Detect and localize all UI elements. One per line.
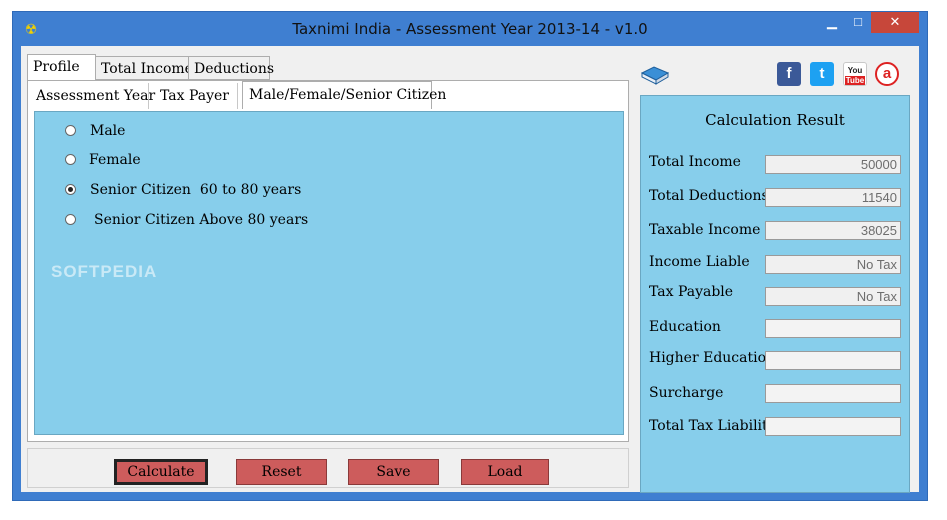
radio-senior-above-80[interactable] xyxy=(65,214,76,225)
subtab-gender-category[interactable]: Male/Female/Senior Citizen xyxy=(242,81,446,109)
option-male-label: Male xyxy=(90,123,126,139)
save-button[interactable]: Save xyxy=(348,459,439,485)
tab-total-income[interactable]: Total Income xyxy=(95,56,193,80)
option-senior-60-80-label: Senior Citizen 60 to 80 years xyxy=(90,182,302,198)
tab-profile[interactable]: Profile xyxy=(27,54,96,80)
result-total-deductions: 11540 xyxy=(765,188,901,207)
result-label-tax-payable: Tax Payable xyxy=(649,284,734,300)
result-tax-payable: No Tax xyxy=(765,287,901,306)
calculation-result-panel: Calculation Result Total Income 50000 To… xyxy=(640,95,910,493)
maximize-button[interactable]: □ xyxy=(845,12,871,33)
category-options: SOFTPEDIA Male Female Senior Citizen 60 … xyxy=(34,111,624,435)
result-label-total-deductions: Total Deductions xyxy=(649,188,769,204)
calculate-button[interactable]: Calculate xyxy=(114,459,208,485)
close-icon: ✕ xyxy=(889,14,901,29)
maximize-icon: □ xyxy=(854,14,862,29)
youtube-icon-bottom: Tube xyxy=(845,76,865,85)
profile-panel: Assessment Year Tax Payer Male/Female/Se… xyxy=(27,80,629,442)
result-education xyxy=(765,319,901,338)
result-income-liable: No Tax xyxy=(765,255,901,274)
calculation-result-title: Calculation Result xyxy=(705,111,845,129)
radio-female[interactable] xyxy=(65,154,76,165)
result-taxable-income: 38025 xyxy=(765,221,901,240)
watermark: SOFTPEDIA xyxy=(51,262,158,281)
result-label-income-liable: Income Liable xyxy=(649,254,750,270)
tab-deductions[interactable]: Deductions xyxy=(188,56,274,80)
facebook-icon[interactable]: f xyxy=(777,62,801,86)
action-bar: Calculate Reset Save Load xyxy=(27,448,629,488)
result-surcharge xyxy=(765,384,901,403)
result-label-surcharge: Surcharge xyxy=(649,385,724,401)
option-senior-above-80-label: Senior Citizen Above 80 years xyxy=(94,212,309,228)
title-bar[interactable]: ☢ Taxnimi India - Assessment Year 2013-1… xyxy=(13,12,927,46)
subtab-assessment-year[interactable]: Assessment Year xyxy=(30,83,155,109)
result-higher-education xyxy=(765,351,901,370)
radio-senior-60-80[interactable] xyxy=(65,184,76,195)
reset-button[interactable]: Reset xyxy=(236,459,327,485)
client-area: Profile Total Income Deductions Assessme… xyxy=(21,46,919,493)
app-logo-icon[interactable]: a xyxy=(875,62,899,86)
result-label-total-tax-liability: Total Tax Liability xyxy=(649,418,776,434)
load-button[interactable]: Load xyxy=(461,459,549,485)
profile-subtabs: Assessment Year Tax Payer Male/Female/Se… xyxy=(30,81,626,109)
window-title: Taxnimi India - Assessment Year 2013-14 … xyxy=(292,20,648,38)
result-total-tax-liability xyxy=(765,417,901,436)
radio-male[interactable] xyxy=(65,125,76,136)
result-label-taxable-income: Taxable Income xyxy=(649,222,761,238)
result-label-total-income: Total Income xyxy=(649,154,741,170)
option-female-label: Female xyxy=(89,152,141,168)
subtab-tax-payer[interactable]: Tax Payer xyxy=(154,83,238,109)
youtube-icon[interactable]: You Tube xyxy=(843,62,867,86)
youtube-icon-top: You xyxy=(847,66,863,75)
minimize-icon: ▁ xyxy=(827,14,837,29)
app-window: ☢ Taxnimi India - Assessment Year 2013-1… xyxy=(12,11,928,501)
close-button[interactable]: ✕ xyxy=(871,12,919,33)
result-total-income: 50000 xyxy=(765,155,901,174)
result-label-education: Education xyxy=(649,319,721,335)
book-icon[interactable] xyxy=(640,64,670,86)
minimize-button[interactable]: ▁ xyxy=(819,12,845,33)
twitter-icon[interactable]: t xyxy=(810,62,834,86)
result-label-higher-education: Higher Education xyxy=(649,350,776,366)
